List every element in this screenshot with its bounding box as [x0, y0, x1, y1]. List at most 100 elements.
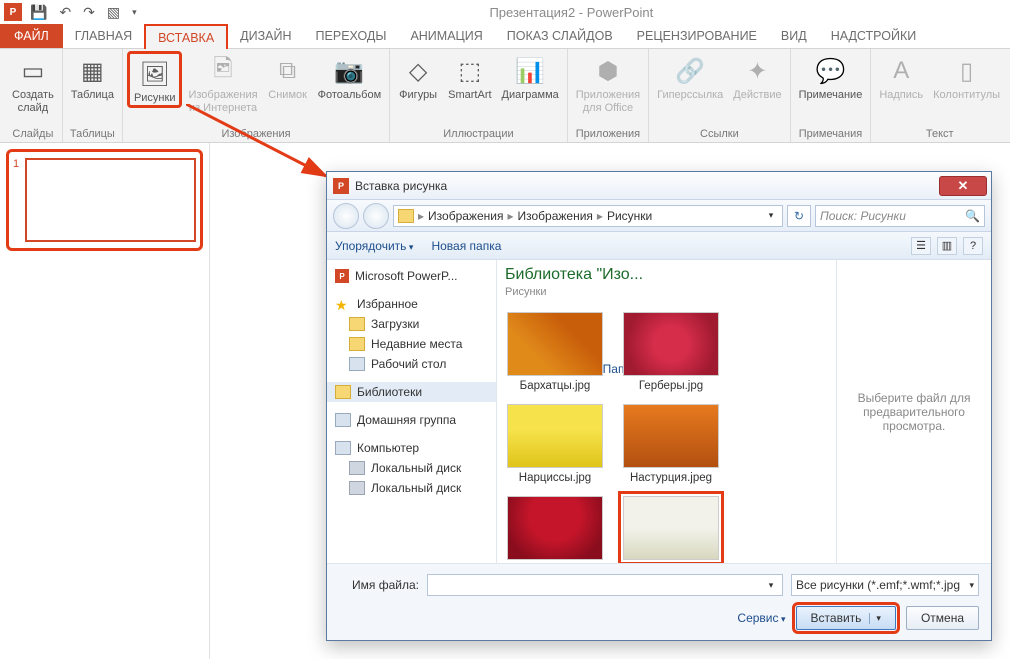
- online-pictures-icon: 🖻: [207, 55, 239, 87]
- search-icon: 🔍: [965, 209, 980, 223]
- library-title: Библиотека "Изо...: [505, 266, 828, 284]
- textbox-button[interactable]: A Надпись: [875, 51, 927, 102]
- save-icon[interactable]: 💾: [30, 4, 47, 21]
- group-comments: 💬 Примечание Примечания: [791, 49, 872, 142]
- file-thumbnail: [507, 404, 603, 468]
- breadcrumb-item[interactable]: Изображения: [428, 209, 503, 223]
- new-folder-button[interactable]: Новая папка: [431, 239, 501, 253]
- online-pictures-button[interactable]: 🖻 Изображения из Интернета: [184, 51, 261, 115]
- group-images: 🖼 Рисунки 🖻 Изображения из Интернета ⧉ С…: [123, 49, 390, 142]
- tab-transitions[interactable]: ПЕРЕХОДЫ: [304, 24, 399, 48]
- tree-item-downloads: Загрузки: [327, 314, 496, 334]
- tab-file[interactable]: ФАЙЛ: [0, 24, 63, 48]
- pictures-button[interactable]: 🖼 Рисунки: [127, 51, 183, 108]
- file-item[interactable]: Герберы.jpg: [621, 312, 721, 392]
- comment-button[interactable]: 💬 Примечание: [795, 51, 867, 102]
- folder-icon: [349, 317, 365, 331]
- hyperlink-button[interactable]: 🔗 Гиперссылка: [653, 51, 727, 102]
- tab-slideshow[interactable]: ПОКАЗ СЛАЙДОВ: [495, 24, 625, 48]
- new-slide-button[interactable]: ▭ Создать слайд: [8, 51, 58, 115]
- apps-button[interactable]: ⬢ Приложения для Office: [572, 51, 644, 115]
- tab-home[interactable]: ГЛАВНАЯ: [63, 24, 144, 48]
- powerpoint-logo: P: [4, 3, 22, 21]
- filetype-combo[interactable]: Все рисунки (*.emf;*.wmf;*.jpg▾: [791, 574, 979, 596]
- preview-pane: Выберите файл для предварительного просм…: [836, 260, 991, 563]
- file-item[interactable]: Розы.jpg: [505, 496, 605, 563]
- tree-item-drive: Локальный диск: [327, 458, 496, 478]
- help-button[interactable]: ?: [963, 237, 983, 255]
- nav-back-button[interactable]: [333, 203, 359, 229]
- address-dropdown-icon[interactable]: ▾: [764, 210, 778, 221]
- file-item[interactable]: Бархатцы.jpg: [505, 312, 605, 392]
- preview-pane-button[interactable]: ▥: [937, 237, 957, 255]
- view-mode-button[interactable]: ☰: [911, 237, 931, 255]
- screenshot-icon: ⧉: [272, 55, 304, 87]
- refresh-button[interactable]: ↻: [787, 205, 811, 227]
- chart-button[interactable]: 📊 Диаграмма: [498, 51, 563, 102]
- photo-album-icon: 📷: [333, 55, 365, 87]
- nav-forward-button[interactable]: [363, 203, 389, 229]
- dialog-title: Вставка рисунка: [355, 179, 939, 193]
- chart-icon: 📊: [514, 55, 546, 87]
- new-slide-icon: ▭: [17, 55, 49, 87]
- address-bar[interactable]: ▸ Изображения ▸ Изображения ▸ Рисунки ▾: [393, 205, 783, 227]
- file-item-selected[interactable]: Ромашки.jpg: [621, 496, 721, 563]
- group-apps: ⬢ Приложения для Office Приложения: [568, 49, 649, 142]
- dialog-toolbar: Упорядочить Новая папка ☰ ▥ ?: [327, 232, 991, 260]
- file-item[interactable]: Нарциссы.jpg: [505, 404, 605, 484]
- shapes-button[interactable]: ◇ Фигуры: [394, 51, 442, 102]
- photo-album-button[interactable]: 📷 Фотоальбом: [314, 51, 386, 102]
- libraries-icon: [335, 385, 351, 399]
- tree-item-drive: Локальный диск: [327, 478, 496, 498]
- undo-icon[interactable]: ↶: [59, 4, 71, 21]
- insert-button[interactable]: Вставить: [796, 606, 896, 630]
- group-illustrations: ◇ Фигуры ⬚ SmartArt 📊 Диаграмма Иллюстра…: [390, 49, 568, 142]
- insert-picture-dialog: P Вставка рисунка ✕ ▸ Изображения ▸ Изоб…: [326, 171, 992, 641]
- tab-animation[interactable]: АНИМАЦИЯ: [398, 24, 494, 48]
- file-item[interactable]: Настурция.jpeg: [621, 404, 721, 484]
- breadcrumb-item[interactable]: Изображения: [517, 209, 592, 223]
- dialog-footer: Имя файла: ▾ Все рисунки (*.emf;*.wmf;*.…: [327, 563, 991, 640]
- start-slideshow-icon[interactable]: ▧: [107, 4, 120, 21]
- search-input[interactable]: Поиск: Рисунки 🔍: [815, 205, 985, 227]
- star-icon: ★: [335, 297, 351, 311]
- header-footer-button[interactable]: ▯ Колонтитулы: [929, 51, 1004, 102]
- drive-icon: [349, 481, 365, 495]
- filename-dropdown-icon[interactable]: ▾: [764, 580, 778, 591]
- tab-insert[interactable]: ВСТАВКА: [144, 24, 228, 49]
- apps-icon: ⬢: [592, 55, 624, 87]
- group-text: A Надпись ▯ Колонтитулы Текст: [871, 49, 1008, 142]
- breadcrumb-item[interactable]: Рисунки: [607, 209, 652, 223]
- pictures-icon: 🖼: [139, 58, 171, 90]
- cancel-button[interactable]: Отмена: [906, 606, 979, 630]
- file-thumbnail: [507, 496, 603, 560]
- title-bar: P 💾 ↶ ↷ ▧ ▾ Презентация2 - PowerPoint: [0, 0, 1010, 24]
- tab-review[interactable]: РЕЦЕНЗИРОВАНИЕ: [625, 24, 769, 48]
- service-dropdown[interactable]: Сервис: [737, 611, 785, 625]
- window-title: Презентация2 - PowerPoint: [137, 5, 1006, 20]
- dialog-title-bar[interactable]: P Вставка рисунка ✕: [327, 172, 991, 200]
- close-button[interactable]: ✕: [939, 176, 987, 196]
- desktop-icon: [349, 357, 365, 371]
- tree-item-desktop: Рабочий стол: [327, 354, 496, 374]
- redo-icon[interactable]: ↷: [83, 4, 95, 21]
- folder-tree[interactable]: PMicrosoft PowerP... ★Избранное Загрузки…: [327, 260, 497, 563]
- slide-thumbnail-1[interactable]: 1: [6, 149, 203, 251]
- group-tables: ▦ Таблица Таблицы: [63, 49, 123, 142]
- tab-view[interactable]: ВИД: [769, 24, 819, 48]
- table-button[interactable]: ▦ Таблица: [67, 51, 118, 102]
- action-icon: ✦: [741, 55, 773, 87]
- ribbon-tabs: ФАЙЛ ГЛАВНАЯ ВСТАВКА ДИЗАЙН ПЕРЕХОДЫ АНИ…: [0, 24, 1010, 49]
- screenshot-button[interactable]: ⧉ Снимок: [264, 51, 312, 102]
- file-list: Библиотека "Изо... Рисунки Упорядочить: …: [497, 260, 836, 563]
- tree-item-powerpoint: PMicrosoft PowerP...: [327, 266, 496, 286]
- slide-panel: 1: [0, 143, 210, 659]
- smartart-icon: ⬚: [454, 55, 486, 87]
- group-links: 🔗 Гиперссылка ✦ Действие Ссылки: [649, 49, 791, 142]
- tab-addins[interactable]: НАДСТРОЙКИ: [819, 24, 929, 48]
- filename-input[interactable]: ▾: [427, 574, 783, 596]
- tab-design[interactable]: ДИЗАЙН: [228, 24, 303, 48]
- smartart-button[interactable]: ⬚ SmartArt: [444, 51, 495, 102]
- organize-button[interactable]: Упорядочить: [335, 239, 413, 253]
- action-button[interactable]: ✦ Действие: [729, 51, 785, 102]
